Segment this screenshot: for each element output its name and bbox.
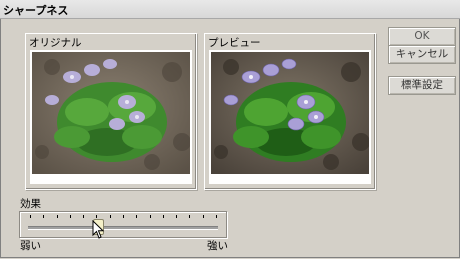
slider-tick [110, 215, 111, 218]
slider-tick [136, 215, 137, 218]
window-title: シャープネス [3, 4, 69, 17]
effect-min-label: 弱い [20, 240, 41, 252]
ok-button[interactable]: OK [388, 27, 456, 46]
slider-tick [163, 215, 164, 218]
original-image-frame [30, 50, 192, 184]
title-bar: シャープネス [0, 0, 460, 19]
slider-tick [57, 215, 58, 218]
preview-label: プレビュー [208, 37, 261, 49]
slider-tick [43, 215, 44, 218]
cancel-button[interactable]: キャンセル [388, 45, 456, 64]
effect-max-label: 強い [207, 240, 228, 252]
slider-tick [203, 215, 204, 218]
original-label: オリジナル [29, 37, 82, 49]
effect-label: 効果 [20, 198, 41, 210]
slider-tick [189, 215, 190, 218]
slider-tick [123, 215, 124, 218]
effect-slider[interactable] [19, 211, 227, 238]
slider-tick [216, 215, 217, 218]
slider-tick [96, 215, 97, 218]
original-panel: オリジナル [25, 33, 197, 190]
mouse-pointer-icon [92, 220, 105, 239]
original-image [32, 52, 190, 174]
slider-tick [150, 215, 151, 218]
slider-tick [83, 215, 84, 218]
preview-image [211, 52, 369, 174]
slider-tick [30, 215, 31, 218]
preview-image-frame [209, 50, 371, 184]
default-settings-button[interactable]: 標準設定 [388, 76, 456, 95]
flower-photo-original [32, 52, 190, 174]
slider-tick [176, 215, 177, 218]
slider-tick [70, 215, 71, 218]
preview-panel: プレビュー [204, 33, 376, 190]
slider-track [28, 226, 218, 230]
flower-photo-preview [211, 52, 369, 174]
